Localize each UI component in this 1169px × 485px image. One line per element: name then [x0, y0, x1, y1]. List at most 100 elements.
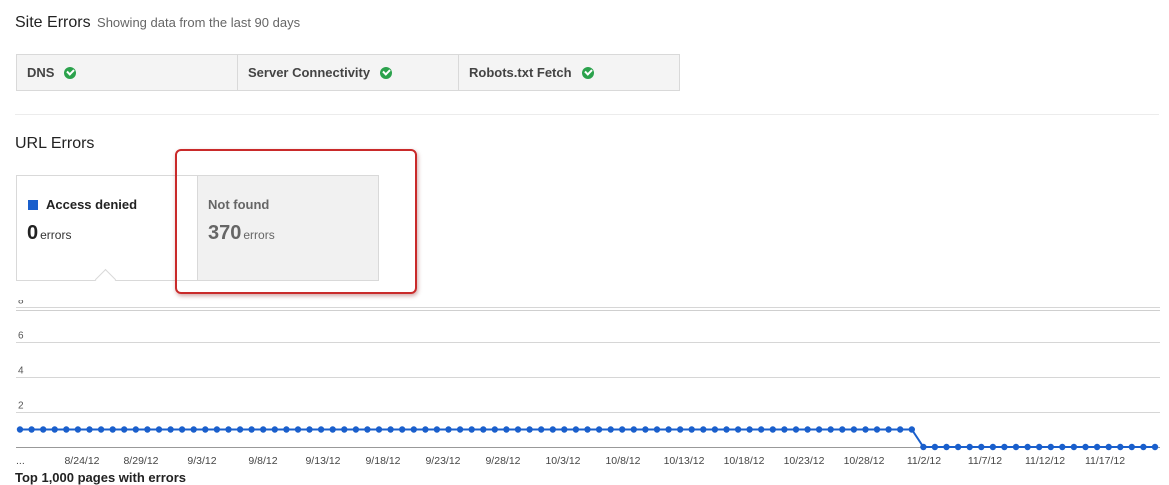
- status-cell-server-connectivity[interactable]: Server Connectivity: [238, 55, 459, 90]
- data-point: [329, 426, 336, 433]
- data-point: [433, 426, 441, 433]
- data-point: [236, 426, 244, 433]
- tab-access-denied-label: Access denied: [28, 197, 137, 212]
- data-point: [109, 426, 116, 433]
- data-point: [155, 426, 163, 433]
- x-tick-label: 11/7/12: [968, 455, 1002, 467]
- data-point: [769, 426, 776, 433]
- data-point: [561, 426, 568, 433]
- check-circle-icon: [380, 66, 393, 79]
- data-point: [422, 426, 429, 433]
- data-point: [781, 426, 788, 433]
- data-point: [1117, 443, 1124, 451]
- data-point: [456, 426, 464, 433]
- x-tick-label: 9/28/12: [485, 455, 520, 467]
- data-point: [885, 426, 892, 433]
- data-point: [665, 426, 672, 433]
- data-point: [178, 426, 186, 433]
- data-point: [734, 426, 742, 433]
- data-point: [1093, 443, 1101, 451]
- data-point: [480, 426, 487, 433]
- data-point: [283, 426, 290, 433]
- url-errors-chart: 2 4 6 8... 8/24/12 8/29/12 9/3/12 9/8/12 9/13/12…: [16, 300, 1160, 467]
- data-point: [538, 426, 545, 433]
- data-point: [619, 426, 626, 433]
- data-point: [873, 426, 881, 433]
- data-point: [213, 426, 221, 433]
- data-point: [1036, 443, 1043, 451]
- x-tick-label: 10/18/12: [724, 455, 765, 467]
- data-point: [271, 426, 278, 433]
- data-point: [1047, 443, 1055, 451]
- data-point: [1024, 443, 1031, 451]
- data-point: [445, 426, 452, 433]
- data-point: [642, 426, 649, 433]
- data-point: [758, 426, 765, 433]
- data-point: [1012, 443, 1020, 451]
- tab-access-denied[interactable]: Access denied 0 errors: [16, 175, 198, 281]
- data-point: [1151, 443, 1159, 451]
- data-point: [1082, 443, 1089, 451]
- data-point: [723, 426, 730, 433]
- data-point: [897, 426, 904, 433]
- data-point: [1140, 443, 1147, 451]
- status-label-dns: DNS: [27, 65, 55, 80]
- data-point: [572, 426, 580, 433]
- data-point: [630, 426, 637, 433]
- check-circle-icon: [64, 66, 77, 79]
- site-errors-title: Site Errors: [15, 14, 91, 31]
- data-point: [364, 426, 371, 433]
- x-tick-label: 10/23/12: [784, 455, 825, 467]
- data-point: [375, 426, 383, 433]
- x-tick-label: 10/3/12: [545, 455, 580, 467]
- data-point: [943, 443, 950, 451]
- data-point: [503, 426, 510, 433]
- data-point: [966, 443, 973, 451]
- data-point: [121, 426, 128, 433]
- data-point: [931, 443, 939, 451]
- data-point: [387, 426, 394, 433]
- site-errors-status-table: DNS Server Connectivity Robots.txt Fetch: [16, 54, 680, 91]
- x-tick-label: 10/28/12: [844, 455, 885, 467]
- data-point: [1059, 443, 1066, 451]
- data-point: [688, 426, 695, 433]
- status-cell-robots-fetch[interactable]: Robots.txt Fetch: [459, 55, 679, 90]
- data-point: [491, 426, 498, 433]
- section-divider: [15, 114, 1159, 115]
- data-point: [248, 426, 255, 433]
- data-point: [526, 426, 533, 433]
- data-point: [584, 426, 591, 433]
- y-tick-label: 4: [18, 366, 24, 377]
- x-tick-label: 10/13/12: [664, 455, 705, 467]
- data-point: [317, 426, 325, 433]
- data-point: [954, 443, 962, 451]
- data-point: [202, 426, 209, 433]
- data-point: [468, 426, 475, 433]
- site-errors-subtitle: Showing data from the last 90 days: [97, 15, 301, 30]
- data-point: [1070, 443, 1078, 451]
- data-point: [40, 426, 47, 433]
- x-tick-label: 11/2/12: [907, 455, 941, 467]
- data-point: [74, 426, 82, 433]
- data-point: [190, 426, 197, 433]
- data-point: [607, 426, 614, 433]
- x-tick-label: ...: [16, 455, 25, 467]
- x-tick-label: 8/24/12: [64, 455, 99, 467]
- data-point: [989, 443, 997, 451]
- data-point: [920, 443, 927, 451]
- x-tick-label: 8/29/12: [123, 455, 158, 467]
- data-point: [746, 426, 753, 433]
- data-point: [410, 426, 417, 433]
- x-tick-label: 9/18/12: [365, 455, 400, 467]
- url-errors-title: URL Errors: [15, 135, 95, 152]
- data-point: [306, 426, 313, 433]
- data-point: [700, 426, 707, 433]
- data-point: [132, 426, 139, 433]
- data-point: [1001, 443, 1008, 451]
- count-unit: errors: [40, 228, 72, 242]
- check-circle-icon: [581, 66, 594, 79]
- data-point: [549, 426, 556, 433]
- data-point: [1128, 443, 1136, 451]
- status-cell-dns[interactable]: DNS: [17, 55, 238, 90]
- data-point: [352, 426, 360, 433]
